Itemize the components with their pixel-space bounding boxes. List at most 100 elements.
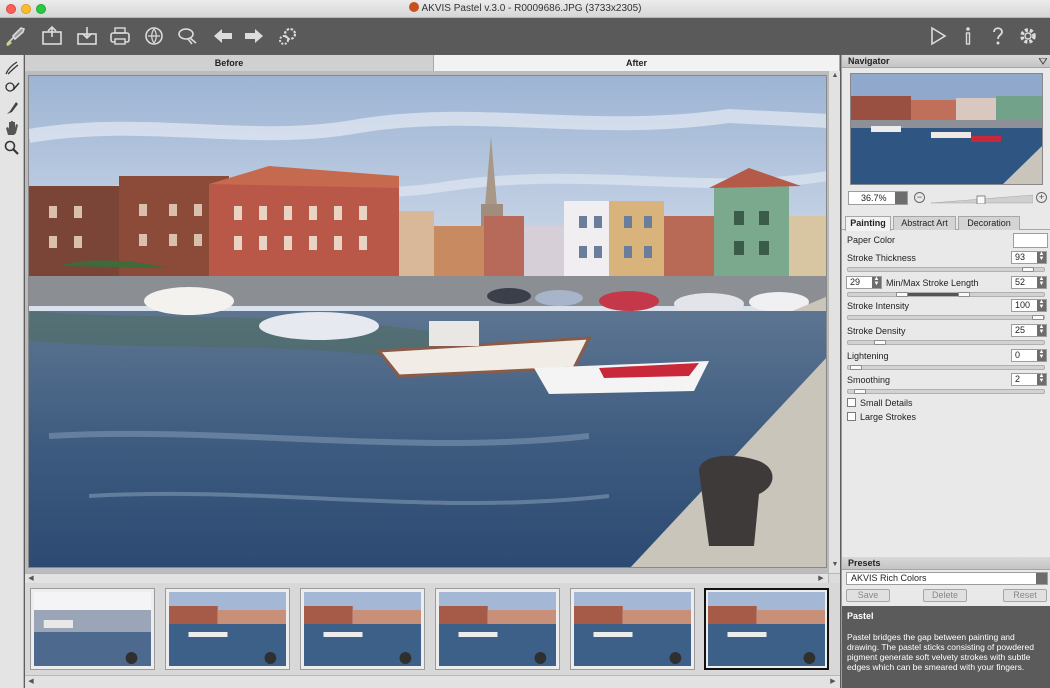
info-icon[interactable] <box>956 24 980 48</box>
open-icon[interactable] <box>40 24 64 48</box>
save-preset-button[interactable]: Save <box>846 589 890 602</box>
pastel-brush-icon[interactable] <box>3 59 21 77</box>
lightening-field[interactable]: 0 ▲ ▼ <box>1011 349 1047 362</box>
navigator-preview[interactable] <box>850 73 1043 185</box>
tab-abstract-art[interactable]: Abstract Art <box>893 216 956 230</box>
tab-painting[interactable]: Painting <box>845 216 891 231</box>
max-stroke-length-field[interactable]: 52 ▲ ▼ <box>1011 276 1047 289</box>
tab-before[interactable]: Before <box>25 55 434 71</box>
help-icon[interactable] <box>986 24 1010 48</box>
small-details-checkbox[interactable]: Small Details <box>847 398 913 410</box>
hand-icon[interactable] <box>3 119 21 137</box>
max-stroke-length-stepper-icon[interactable]: ▲ ▼ <box>1037 276 1046 288</box>
checkbox-box[interactable] <box>847 398 856 407</box>
title-bar: AKVIS Pastel v.3.0 - R0009686.JPG (3733x… <box>0 0 1050 18</box>
slider-knob[interactable] <box>854 389 866 394</box>
paper-color-swatch[interactable] <box>1013 233 1048 248</box>
large-strokes-checkbox[interactable]: Large Strokes <box>847 412 916 424</box>
smoothing-slider[interactable] <box>847 389 1045 394</box>
reset-preset-button[interactable]: Reset <box>1003 589 1047 602</box>
stroke-length-range-slider[interactable] <box>847 292 1045 297</box>
window-title: AKVIS Pastel v.3.0 - R0009686.JPG (3733x… <box>421 3 642 14</box>
zoom-in-icon[interactable]: + <box>1036 192 1047 203</box>
lightening-stepper-icon[interactable]: ▲ ▼ <box>1037 349 1046 361</box>
tab-decoration[interactable]: Decoration <box>958 216 1020 230</box>
collapse-triangle-icon[interactable] <box>1039 58 1047 65</box>
min-stroke-length-value: 29 <box>850 277 861 287</box>
window-title-wrap: AKVIS Pastel v.3.0 - R0009686.JPG (3733x… <box>0 2 1050 14</box>
navigator-title: Navigator <box>848 56 890 66</box>
thumbnail-6-selected[interactable] <box>704 588 829 670</box>
stroke-intensity-field[interactable]: 100 ▲ ▼ <box>1011 299 1047 312</box>
zoom-level-field[interactable]: 36.7% <box>848 191 908 205</box>
stroke-density-field[interactable]: 25 ▲ ▼ <box>1011 324 1047 337</box>
smoothing-stepper-icon[interactable]: ▲ ▼ <box>1037 373 1046 385</box>
share-icon[interactable] <box>142 24 166 48</box>
tab-after[interactable]: After <box>434 55 840 71</box>
stroke-density-label: Stroke Density <box>847 326 906 336</box>
checkbox-box[interactable] <box>847 412 856 421</box>
eraser-icon[interactable] <box>3 99 21 117</box>
slider-knob[interactable] <box>874 340 886 345</box>
thumbnails-scrollbar[interactable]: ◀ ▶ <box>25 675 840 688</box>
zoom-slider[interactable] <box>931 194 1033 204</box>
preset-thumbnails-strip <box>25 583 840 675</box>
stroke-direction-icon[interactable] <box>3 79 21 97</box>
vertical-scrollbar[interactable]: ▲ ▼ <box>828 71 840 573</box>
save-icon[interactable] <box>75 24 99 48</box>
scroll-up-arrow-icon[interactable]: ▲ <box>830 72 840 82</box>
undo-icon[interactable] <box>211 24 235 48</box>
stroke-density-stepper-icon[interactable]: ▲ ▼ <box>1037 324 1046 336</box>
plugin-settings-icon[interactable] <box>276 24 300 48</box>
thumbnail-2[interactable] <box>165 588 290 670</box>
preset-dropdown[interactable]: AKVIS Rich Colors <box>846 572 1048 585</box>
zoom-dropdown-icon[interactable] <box>895 192 907 204</box>
min-length-knob[interactable] <box>896 292 908 297</box>
scroll-down-arrow-icon[interactable]: ▼ <box>830 561 840 571</box>
min-stroke-length-stepper-icon[interactable]: ▲ ▼ <box>872 276 881 288</box>
zoom-level-value: 36.7% <box>861 193 887 203</box>
zoom-icon[interactable] <box>3 139 21 157</box>
presets-header: Presets <box>842 557 1050 570</box>
max-stroke-length-value: 52 <box>1015 277 1026 287</box>
toolbar <box>0 18 1050 54</box>
preset-dropdown-icon[interactable] <box>1036 573 1047 584</box>
stroke-intensity-slider[interactable] <box>847 315 1045 320</box>
thumbnail-4[interactable] <box>435 588 560 670</box>
min-stroke-length-field[interactable]: 29 ▲ ▼ <box>846 276 882 289</box>
smoothing-field[interactable]: 2 ▲ ▼ <box>1011 373 1047 386</box>
redo-icon[interactable] <box>242 24 266 48</box>
navigator-zoom-row: 36.7% − + <box>842 189 1050 207</box>
max-length-knob[interactable] <box>958 292 970 297</box>
slider-knob[interactable] <box>850 365 862 370</box>
thumbs-scroll-left-icon[interactable]: ◀ <box>26 677 36 687</box>
zoom-out-icon[interactable]: − <box>914 192 925 203</box>
print-icon[interactable] <box>108 24 132 48</box>
stroke-intensity-stepper-icon[interactable]: ▲ ▼ <box>1037 299 1046 311</box>
resize-grip[interactable] <box>828 573 840 583</box>
slider-knob[interactable] <box>1022 267 1034 272</box>
stroke-density-slider[interactable] <box>847 340 1045 345</box>
delete-preset-button[interactable]: Delete <box>923 589 967 602</box>
large-strokes-label: Large Strokes <box>860 412 917 422</box>
preferences-icon[interactable] <box>1016 24 1040 48</box>
smoothing-label: Smoothing <box>847 375 891 385</box>
thumbnail-3[interactable] <box>300 588 425 670</box>
thumbs-scroll-right-icon[interactable]: ▶ <box>828 677 838 687</box>
settings-panel: Navigator 36.7% − + Painting Abstract Ar… <box>841 55 1050 688</box>
stroke-thickness-stepper-icon[interactable]: ▲ ▼ <box>1037 251 1046 263</box>
lightening-slider[interactable] <box>847 365 1045 370</box>
horizontal-scrollbar[interactable]: ◀ ▶ <box>25 573 828 583</box>
slider-knob[interactable] <box>1032 315 1044 320</box>
small-details-label: Small Details <box>860 398 913 408</box>
description-title: Pastel <box>847 611 874 621</box>
stroke-length-label: Min/Max Stroke Length <box>886 278 979 288</box>
app-window: AKVIS Pastel v.3.0 - R0009686.JPG (3733x… <box>0 0 1050 688</box>
run-icon[interactable] <box>926 24 950 48</box>
stroke-thickness-field[interactable]: 93 ▲ ▼ <box>1011 251 1047 264</box>
stroke-thickness-slider[interactable] <box>847 267 1045 272</box>
batch-icon[interactable] <box>176 24 200 48</box>
thumbnail-1[interactable] <box>30 588 155 670</box>
thumbnail-5[interactable] <box>570 588 695 670</box>
pastel-result-image[interactable] <box>28 75 827 568</box>
